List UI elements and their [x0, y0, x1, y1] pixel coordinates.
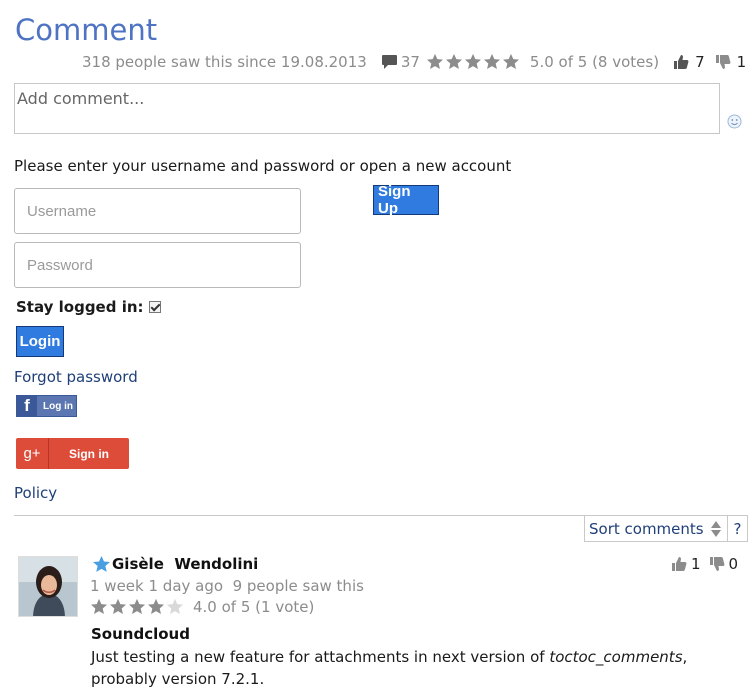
google-signin-button[interactable]: g+ Sign in: [16, 438, 129, 469]
rating-star-icon[interactable]: [90, 598, 108, 616]
signup-button[interactable]: Sign Up: [373, 183, 439, 217]
comment-author[interactable]: Gisèle Wendolini: [112, 555, 258, 573]
rating-star-icon[interactable]: [147, 598, 165, 616]
login-prompt: Please enter your username and password …: [14, 157, 512, 175]
rating-star-icon[interactable]: [166, 598, 184, 616]
comment-rating: 4.0 of 5 (1 vote): [90, 598, 314, 616]
rating-star-icon[interactable]: [128, 598, 146, 616]
thumbs-up-icon[interactable]: [671, 556, 687, 572]
comment-rating-stars[interactable]: [90, 598, 184, 616]
facebook-login-button[interactable]: f Log in: [16, 395, 77, 417]
sort-comments-button[interactable]: Sort comments: [585, 520, 704, 538]
help-button[interactable]: ?: [727, 516, 747, 542]
policy-link[interactable]: Policy: [14, 484, 57, 502]
comment-input[interactable]: Add comment...: [14, 83, 720, 134]
sort-bar: Sort comments ?: [584, 516, 748, 542]
login-button[interactable]: Login: [16, 326, 64, 357]
comment-body-text: Just testing a new feature for attachmen…: [91, 648, 550, 666]
rating-star-icon[interactable]: [483, 53, 501, 71]
avatar: [18, 556, 78, 617]
thumbs-down-icon[interactable]: [709, 556, 725, 572]
rating-star-icon[interactable]: [426, 53, 444, 71]
rating-text: 5.0 of 5 (8 votes): [529, 53, 660, 71]
comment-body: Just testing a new feature for attachmen…: [91, 646, 731, 690]
stay-logged-in-checkbox[interactable]: [148, 301, 161, 313]
comment-rating-text: 4.0 of 5 (1 vote): [193, 598, 315, 616]
comment-body-emphasis: toctoc_comments: [549, 648, 683, 666]
thumbs-down-icon[interactable]: [715, 54, 731, 70]
forgot-password-link[interactable]: Forgot password: [14, 368, 138, 386]
google-signin-label: Sign in: [69, 446, 109, 461]
featured-star-icon: [93, 555, 110, 572]
comment-meta: 1 week 1 day ago 9 people saw this: [90, 577, 364, 595]
dislike-count: 1: [736, 53, 747, 71]
thumbs-up-icon[interactable]: [673, 54, 689, 70]
page-title: Comment: [15, 13, 158, 47]
comment-dislike-count: 0: [728, 555, 739, 573]
rating-star-icon[interactable]: [109, 598, 127, 616]
comment-count: 37: [400, 53, 420, 71]
rating-star-icon[interactable]: [464, 53, 482, 71]
facebook-login-label: Log in: [43, 400, 73, 412]
google-plus-icon: g+: [16, 438, 49, 469]
sort-arrows-icon[interactable]: [710, 520, 722, 538]
stay-logged-in: Stay logged in:: [16, 298, 161, 316]
seen-count-text: 318 people saw this since 19.08.2013: [82, 53, 367, 71]
comment-like-count: 1: [691, 555, 701, 573]
like-count: 7: [695, 53, 705, 71]
comment-votes: 1 0: [671, 555, 738, 573]
stay-logged-in-label: Stay logged in:: [16, 298, 144, 316]
rating-star-icon[interactable]: [502, 53, 520, 71]
comment-bubble-icon: [381, 55, 397, 69]
comment-title: Soundcloud: [91, 625, 190, 643]
password-field[interactable]: [14, 242, 301, 288]
stats-bar: 318 people saw this since 19.08.2013 37 …: [82, 51, 746, 73]
rating-star-icon[interactable]: [445, 53, 463, 71]
header-rating-stars[interactable]: [426, 53, 520, 71]
smiley-icon[interactable]: [727, 114, 742, 129]
facebook-icon: f: [17, 396, 37, 416]
username-field[interactable]: [14, 188, 301, 234]
